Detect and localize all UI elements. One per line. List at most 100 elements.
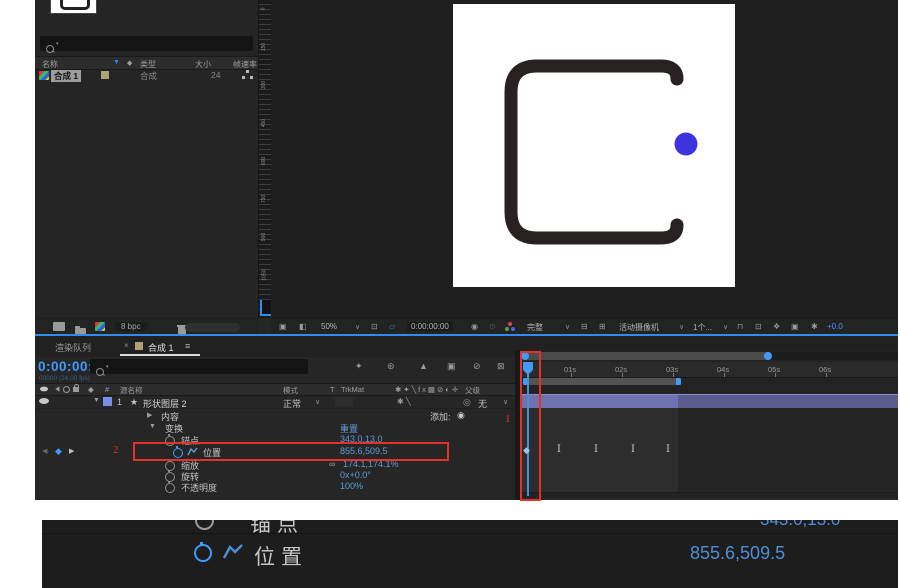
project-panel: ▾ 名称 ▼ ◆ 类型 大小 帧速率 合成 1 合成 24 8 bpc (35, 0, 258, 336)
work-area-bar[interactable] (523, 378, 681, 385)
layer-expander-icon[interactable]: ▼ (93, 397, 100, 404)
position-keyframe[interactable]: I (631, 445, 635, 455)
ruler-tick-label: 05s (768, 365, 781, 374)
region-icon[interactable]: ⊞ (599, 322, 606, 331)
keyframe-current-icon[interactable]: ◆ (55, 446, 62, 457)
viewer-time[interactable]: 0:00:00:00 (407, 322, 453, 331)
ghost-icon[interactable]: ⊙ (489, 322, 496, 331)
ruler-label: 0 (260, 7, 267, 11)
viewer-toolbar: ▣ ◧ 50% ∨ ⊡ ▱ 0:00:00:00 ◉ ⊙ 完整 ∨ ⊟ ⊞ 活动… (271, 318, 898, 335)
mask-toggle-icon[interactable]: ⊟ (581, 322, 588, 331)
layer-color-swatch[interactable] (103, 397, 112, 406)
camera-icon[interactable]: ◉ (471, 322, 478, 331)
interpret-footage-icon[interactable] (53, 322, 65, 331)
composition-canvas[interactable] (453, 4, 735, 287)
search-icon (46, 45, 54, 53)
rotation-row: 旋转 0x+0.0° (35, 470, 515, 482)
opacity-stopwatch-icon[interactable] (165, 481, 175, 493)
ruler-label: 900 (261, 232, 268, 242)
add-button-icon[interactable]: ◉ (457, 410, 465, 421)
motion-blur-icon[interactable]: ▣ (447, 361, 456, 372)
resolution-select[interactable]: 完整 (527, 322, 543, 333)
transform-expander-icon[interactable]: ▼ (149, 423, 156, 430)
strip-position-row: 位置 855.6,509.5 (42, 533, 898, 575)
time-ruler[interactable]: 01s 02s 03s 04s 05s 06s (521, 362, 898, 378)
timeline-scrollbar[interactable] (521, 352, 898, 360)
timeline-search-input[interactable]: ▾ (90, 359, 308, 376)
flowchart-icon[interactable]: ▣ (791, 322, 799, 331)
blend-mode-caret-icon[interactable]: ∨ (315, 398, 320, 406)
kf-row-position (521, 444, 898, 459)
ruler-label: 300 (261, 80, 268, 90)
layer-duration-bar[interactable] (521, 394, 898, 408)
composition-viewer (271, 0, 898, 318)
pixel-aspect-icon[interactable]: ⊓ (737, 322, 743, 331)
sort-arrow-icon[interactable]: ▼ (113, 59, 120, 66)
ruler-label: 750 (261, 194, 268, 204)
opacity-value[interactable]: 100% (340, 481, 363, 491)
project-search-input[interactable]: ▾ (40, 36, 253, 53)
keyframe-next-icon[interactable]: ▶ (69, 447, 74, 455)
rotation-value[interactable]: 0x+0.0° (340, 470, 371, 480)
ruler-tick-label: 04s (717, 365, 730, 374)
fast-preview-icon[interactable]: ⊡ (755, 322, 762, 331)
layer-switches-icons[interactable]: ✱ ╲ (397, 397, 411, 406)
audio-column-icon (53, 386, 60, 392)
annotation-box-playhead (520, 351, 541, 501)
zoom-caret-icon[interactable]: ∨ (355, 323, 360, 331)
timeline-flow-icon[interactable]: ❖ (773, 322, 780, 331)
position-keyframe[interactable]: I (557, 445, 561, 455)
tag-icon: ◆ (127, 60, 133, 67)
resolution-caret-icon[interactable]: ∨ (565, 323, 570, 331)
scrollbar-thumb[interactable] (521, 352, 772, 360)
views-select[interactable]: 1个... (693, 322, 712, 333)
transparency-grid-icon[interactable]: ▱ (389, 322, 395, 331)
tab-close-icon[interactable]: × (124, 341, 129, 350)
ruler-tick-label: 06s (819, 365, 832, 374)
tab-render-queue[interactable]: 渲染队列 (55, 341, 91, 354)
roi-icon[interactable]: ⊡ (371, 322, 378, 331)
search-caret-icon: ▾ (106, 364, 109, 370)
project-item-name[interactable]: 合成 1 (51, 70, 82, 82)
exposure-value[interactable]: +0.0 (827, 322, 843, 331)
snapshot-icon[interactable]: ▣ (279, 322, 287, 331)
shy-icon[interactable]: ⊛ (387, 361, 395, 372)
parent-caret-icon[interactable]: ∨ (503, 398, 508, 406)
position-keyframe[interactable]: I (594, 445, 598, 455)
label-color-swatch[interactable] (101, 71, 109, 79)
switches-column-icons: ✱✦╲fx▦⊘◐✛ (395, 385, 461, 394)
exposure-gear-icon[interactable]: ✱ (811, 322, 818, 331)
ruler-label: 600 (261, 156, 268, 166)
strip-anchor-value: 343.0,13.0 (760, 520, 840, 530)
tab-menu-icon[interactable]: ≡ (185, 341, 190, 351)
eye-column-icon (40, 386, 48, 392)
camera-caret-icon[interactable]: ∨ (679, 323, 684, 331)
contents-expander-icon[interactable]: ▶ (147, 411, 152, 419)
zoom-select[interactable]: 50% (321, 322, 337, 331)
position-keyframe[interactable]: I (666, 445, 670, 455)
frame-blend-icon[interactable]: ▲ (419, 361, 428, 371)
strip-position-value: 855.6,509.5 (690, 543, 786, 563)
column-t[interactable]: T (330, 385, 335, 394)
camera-select[interactable]: 活动摄像机 (619, 322, 659, 333)
new-composition-icon[interactable] (95, 322, 105, 331)
composition-mini-flowchart-icon[interactable]: ✦ (355, 361, 363, 372)
column-trkmat[interactable]: TrkMat (341, 385, 364, 394)
trkmat-box[interactable] (335, 397, 353, 406)
layer-row[interactable]: ▼ 1 ★ 形状图层 2 正常 ∨ ✱ ╲ ◎ 无 ∨ (35, 395, 515, 409)
contents-group-row: ▶ 内容 添加: ◉ (35, 409, 515, 422)
opacity-label[interactable]: 不透明度 (181, 481, 217, 494)
rgb-channels-icon[interactable] (505, 322, 517, 331)
timeline-panel: 渲染队列 × 合成 1 ≡ 0:00:00:00 00000 (24.00 fp… (35, 336, 898, 500)
views-caret-icon[interactable]: ∨ (723, 323, 728, 331)
graph-editor-icon[interactable]: ⊠ (497, 361, 505, 372)
parent-pickwhip-icon[interactable]: ◎ (463, 397, 471, 408)
layer-eye-icon[interactable] (39, 398, 49, 404)
show-channel-icon[interactable]: ◧ (299, 322, 307, 331)
brainstorm-icon[interactable]: ⊘ (473, 361, 481, 372)
bpc-button[interactable]: 8 bpc (115, 322, 147, 331)
project-item-row[interactable]: 合成 1 合成 24 (35, 69, 258, 82)
tab-comp[interactable]: 合成 1 (148, 341, 174, 354)
strip-anchor-row: 锚点 343.0,13.0 (42, 520, 898, 534)
keyframe-prev-icon[interactable]: ◀ (42, 447, 47, 455)
